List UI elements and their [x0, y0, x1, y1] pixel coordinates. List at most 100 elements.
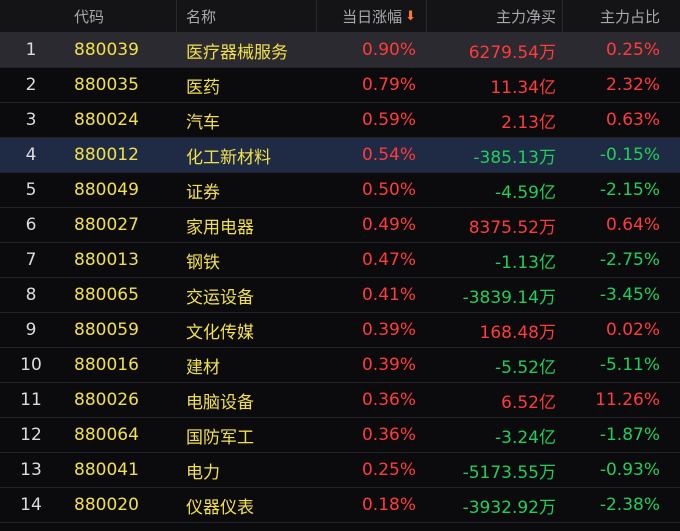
- row-change: 0.50%: [361, 180, 416, 200]
- table-row[interactable]: 1 880039 医疗器械服务 0.90% 6279.54万 0.25%: [0, 33, 680, 68]
- table-row[interactable]: 9 880059 文化传媒 0.39% 168.48万 0.02%: [0, 313, 680, 348]
- row-change: 0.18%: [361, 495, 416, 515]
- row-ratio: 0.64%: [605, 215, 660, 235]
- row-index: 13: [20, 460, 42, 480]
- row-change: 0.36%: [361, 390, 416, 410]
- row-index: 3: [25, 110, 37, 130]
- row-code: 880049: [74, 180, 139, 200]
- row-ratio: -2.15%: [599, 180, 660, 200]
- header-name[interactable]: 名称: [186, 0, 316, 32]
- row-name: 电力: [186, 462, 220, 483]
- table-row[interactable]: 7 880013 钢铁 0.47% -1.13亿 -2.75%: [0, 243, 680, 278]
- row-net-buy: -1.13亿: [495, 252, 556, 273]
- header-code[interactable]: 代码: [74, 0, 174, 32]
- row-code: 880026: [74, 390, 139, 410]
- row-ratio: -2.75%: [599, 250, 660, 270]
- row-ratio: 0.25%: [605, 40, 660, 60]
- row-index: 4: [25, 145, 37, 165]
- row-index: 8: [25, 285, 37, 305]
- row-name: 证券: [186, 182, 220, 203]
- row-net-buy: 6279.54万: [468, 42, 556, 63]
- row-name: 医药: [186, 77, 220, 98]
- row-ratio: 0.63%: [605, 110, 660, 130]
- row-change: 0.25%: [361, 460, 416, 480]
- row-change: 0.59%: [361, 110, 416, 130]
- row-net-buy: 11.34亿: [490, 77, 556, 98]
- row-change: 0.90%: [361, 40, 416, 60]
- row-net-buy: -5173.55万: [462, 462, 556, 483]
- table-header: 代码 名称 当日涨幅 ⬇ 主力净买 主力占比: [0, 0, 680, 33]
- row-name: 国防军工: [186, 427, 254, 448]
- table-row[interactable]: 8 880065 交运设备 0.41% -3839.14万 -3.45%: [0, 278, 680, 313]
- row-code: 880013: [74, 250, 139, 270]
- row-name: 交运设备: [186, 287, 254, 308]
- row-name: 电脑设备: [186, 392, 254, 413]
- row-code: 880020: [74, 495, 139, 515]
- header-index: [0, 0, 62, 32]
- row-name: 医疗器械服务: [186, 42, 288, 63]
- row-net-buy: -385.13万: [473, 147, 556, 168]
- row-index: 6: [25, 215, 37, 235]
- row-name: 化工新材料: [186, 147, 271, 168]
- table-row[interactable]: 2 880035 医药 0.79% 11.34亿 2.32%: [0, 68, 680, 103]
- row-index: 14: [20, 495, 42, 515]
- table-row[interactable]: 5 880049 证券 0.50% -4.59亿 -2.15%: [0, 173, 680, 208]
- table-row[interactable]: 12 880064 国防军工 0.36% -3.24亿 -1.87%: [0, 418, 680, 453]
- header-change-label: 当日涨幅: [342, 7, 403, 26]
- row-net-buy: -3.24亿: [495, 427, 556, 448]
- row-index: 2: [25, 75, 37, 95]
- table-row[interactable]: 3 880024 汽车 0.59% 2.13亿 0.63%: [0, 103, 680, 138]
- row-change: 0.36%: [361, 425, 416, 445]
- row-index: 7: [25, 250, 37, 270]
- row-code: 880041: [74, 460, 139, 480]
- row-code: 880064: [74, 425, 139, 445]
- row-change: 0.49%: [361, 215, 416, 235]
- row-name: 文化传媒: [186, 322, 254, 343]
- row-ratio: -0.93%: [599, 460, 660, 480]
- row-change: 0.79%: [361, 75, 416, 95]
- row-index: 5: [25, 180, 37, 200]
- row-ratio: -5.11%: [599, 355, 660, 375]
- row-code: 880024: [74, 110, 139, 130]
- row-index: 11: [20, 390, 42, 410]
- row-ratio: -1.87%: [599, 425, 660, 445]
- column-divider[interactable]: [176, 0, 177, 32]
- row-index: 12: [20, 425, 42, 445]
- table-row[interactable]: 10 880016 建材 0.39% -5.52亿 -5.11%: [0, 348, 680, 383]
- row-index: 1: [25, 40, 37, 60]
- row-name: 钢铁: [186, 252, 220, 273]
- row-code: 880027: [74, 215, 139, 235]
- table-row[interactable]: 6 880027 家用电器 0.49% 8375.52万 0.64%: [0, 208, 680, 243]
- row-name: 家用电器: [186, 217, 254, 238]
- header-change-sorted[interactable]: 当日涨幅 ⬇: [316, 0, 416, 32]
- row-net-buy: -4.59亿: [495, 182, 556, 203]
- row-change: 0.54%: [361, 145, 416, 165]
- row-net-buy: 168.48万: [479, 322, 556, 343]
- row-ratio: -0.15%: [599, 145, 660, 165]
- row-ratio: 0.02%: [605, 320, 660, 340]
- row-ratio: -3.45%: [599, 285, 660, 305]
- table-row[interactable]: 11 880026 电脑设备 0.36% 6.52亿 11.26%: [0, 383, 680, 418]
- row-ratio: 2.32%: [605, 75, 660, 95]
- row-code: 880039: [74, 40, 139, 60]
- row-ratio: -2.38%: [599, 495, 660, 515]
- row-net-buy: 8375.52万: [468, 217, 556, 238]
- row-name: 建材: [186, 357, 220, 378]
- row-index: 10: [20, 355, 42, 375]
- row-change: 0.47%: [361, 250, 416, 270]
- table-row[interactable]: 4 880012 化工新材料 0.54% -385.13万 -0.15%: [0, 138, 680, 173]
- header-net-buy[interactable]: 主力净买: [416, 0, 556, 32]
- row-code: 880012: [74, 145, 139, 165]
- row-name: 仪器仪表: [186, 497, 254, 518]
- row-index: 9: [25, 320, 37, 340]
- row-change: 0.39%: [361, 320, 416, 340]
- table-row[interactable]: 13 880041 电力 0.25% -5173.55万 -0.93%: [0, 453, 680, 488]
- sector-ranking-table: 代码 名称 当日涨幅 ⬇ 主力净买 主力占比 1 880039 医疗器械服务 0.90…: [0, 0, 680, 523]
- row-net-buy: 6.52亿: [501, 392, 556, 413]
- row-change: 0.39%: [361, 355, 416, 375]
- row-change: 0.41%: [361, 285, 416, 305]
- row-ratio: 11.26%: [595, 390, 660, 410]
- table-row[interactable]: 14 880020 仪器仪表 0.18% -3932.92万 -2.38%: [0, 488, 680, 523]
- row-code: 880059: [74, 320, 139, 340]
- header-ratio[interactable]: 主力占比: [556, 0, 660, 32]
